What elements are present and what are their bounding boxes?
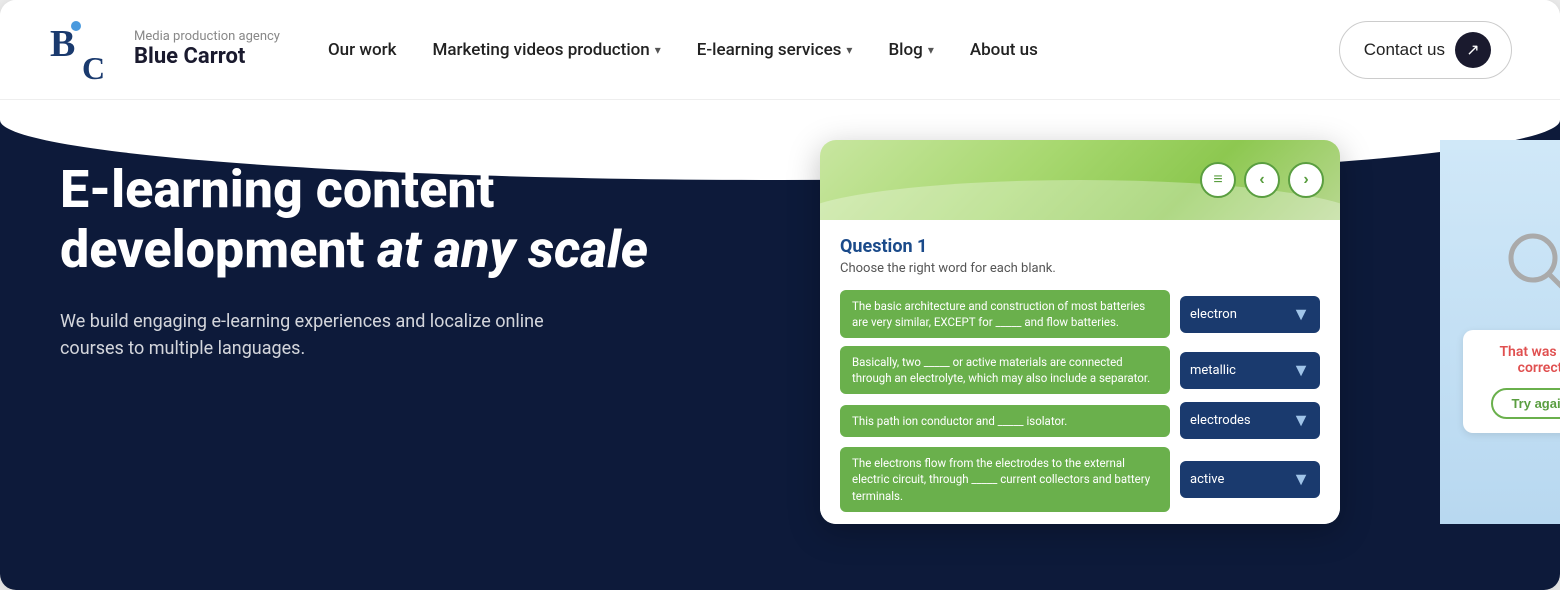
logo-text-area: Media production agency Blue Carrot [134, 29, 280, 71]
hero-section: E-learning content development at any sc… [0, 100, 1560, 590]
chevron-down-icon: ▾ [928, 43, 934, 57]
contact-label: Contact us [1364, 40, 1445, 60]
nav-link-elearning[interactable]: E-learning services ▾ [697, 40, 853, 60]
navbar: B C Media production agency Blue Carrot … [0, 0, 1560, 100]
chevron-down-icon: ▼ [1292, 469, 1310, 490]
widget-question-label: Question 1 [840, 236, 1320, 257]
contact-arrow-icon: ↗ [1455, 32, 1491, 68]
contact-button[interactable]: Contact us ↗ [1339, 21, 1512, 79]
widget-body: Question 1 Choose the right word for eac… [820, 220, 1340, 524]
hero-subtitle: We build engaging e-learning experiences… [60, 308, 580, 362]
widget-dropdown-2[interactable]: electrodes ▼ [1180, 402, 1320, 439]
svg-text:C: C [82, 50, 105, 86]
chevron-down-icon: ▾ [655, 43, 661, 57]
widget-dropdown-1[interactable]: metallic ▼ [1180, 352, 1320, 389]
nav-link-our-work[interactable]: Our work [328, 40, 397, 60]
widget-menu-button[interactable]: ≡ [1200, 162, 1236, 198]
widget-question-text: This path ion conductor and _____ isolat… [840, 405, 1170, 437]
chevron-down-icon: ▾ [846, 43, 852, 57]
hero-content: E-learning content development at any sc… [60, 140, 820, 362]
logo-icon: B C [48, 14, 120, 86]
widget-row: Basically, two _____ or active materials… [840, 346, 1320, 394]
widget-rows: The basic architecture and construction … [840, 290, 1320, 512]
svg-text:B: B [50, 23, 75, 65]
try-again-button[interactable]: Try again [1491, 388, 1560, 419]
widget-question-text: Basically, two _____ or active materials… [840, 346, 1170, 394]
nav-link-about[interactable]: About us [970, 40, 1038, 60]
logo-title: Blue Carrot [134, 44, 280, 70]
widget-instruction: Choose the right word for each blank. [840, 261, 1320, 276]
feedback-wrong-text: That was not correct [1481, 344, 1560, 376]
widget-dropdown-0[interactable]: electron ▼ [1180, 296, 1320, 333]
widget-question-text: The basic architecture and construction … [840, 290, 1170, 338]
nav-links: Our work Marketing videos production ▾ E… [328, 40, 1339, 60]
widget-prev-button[interactable]: ‹ [1244, 162, 1280, 198]
logo-subtitle: Media production agency [134, 29, 280, 45]
widget-nav-icons: ≡ ‹ › [1200, 162, 1324, 198]
search-icon [1505, 230, 1560, 300]
logo-area[interactable]: B C Media production agency Blue Carrot [48, 14, 280, 86]
widget-next-button[interactable]: › [1288, 162, 1324, 198]
nav-link-marketing[interactable]: Marketing videos production ▾ [433, 40, 661, 60]
widget-right-panel: That was not correct Try again [1440, 140, 1560, 524]
widget-row: This path ion conductor and _____ isolat… [840, 402, 1320, 439]
widget-dropdown-3[interactable]: active ▼ [1180, 461, 1320, 498]
nav-link-blog[interactable]: Blog ▾ [888, 40, 933, 60]
hero-title: E-learning content development at any sc… [60, 160, 820, 280]
widget-header: ≡ ‹ › [820, 140, 1340, 220]
widget-card: ≡ ‹ › Question 1 Choose the right word f… [820, 140, 1340, 524]
feedback-box: That was not correct Try again [1463, 330, 1560, 433]
widget-question-text: The electrons flow from the electrodes t… [840, 447, 1170, 511]
chevron-down-icon: ▼ [1292, 304, 1310, 325]
page-wrapper: B C Media production agency Blue Carrot … [0, 0, 1560, 590]
widget-area: ≡ ‹ › Question 1 Choose the right word f… [820, 140, 1500, 524]
widget-row: The basic architecture and construction … [840, 290, 1320, 338]
chevron-down-icon: ▼ [1292, 360, 1310, 381]
widget-row: The electrons flow from the electrodes t… [840, 447, 1320, 511]
chevron-down-icon: ▼ [1292, 410, 1310, 431]
